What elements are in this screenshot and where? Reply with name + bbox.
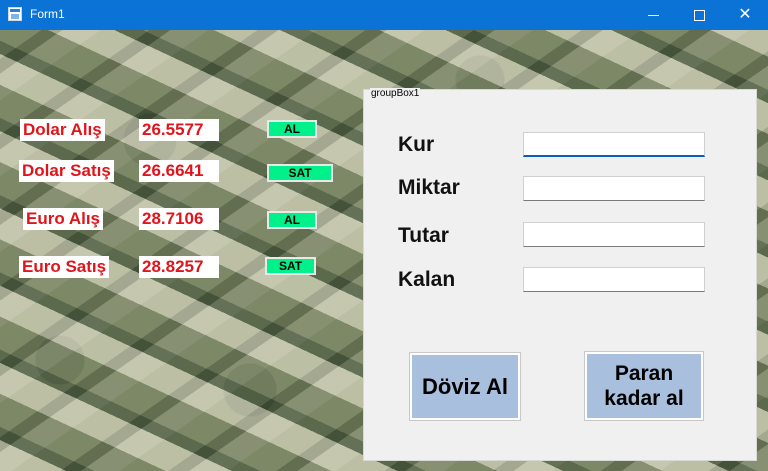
paran-kadar-al-button[interactable]: Paran kadar al — [584, 351, 704, 421]
euro-sat-button[interactable]: SAT — [265, 257, 316, 275]
dolar-alis-value: 26.5577 — [139, 119, 219, 141]
minimize-icon — [647, 14, 659, 16]
euro-al-button[interactable]: AL — [267, 211, 317, 229]
close-icon: ✕ — [738, 6, 752, 23]
groupbox-caption: groupBox1 — [370, 88, 421, 99]
maximize-button[interactable] — [676, 0, 722, 30]
miktar-input[interactable] — [523, 176, 705, 201]
euro-satis-value: 28.8257 — [139, 256, 219, 278]
kur-input[interactable] — [523, 132, 705, 157]
window-title: Form1 — [30, 7, 65, 21]
doviz-al-button[interactable]: Döviz Al — [409, 352, 521, 421]
euro-alis-value: 28.7106 — [139, 208, 219, 230]
maximize-icon — [693, 9, 705, 21]
dolar-sat-button[interactable]: SAT — [267, 164, 333, 182]
euro-satis-label: Euro Satış — [19, 256, 110, 278]
tutar-input[interactable] — [523, 222, 705, 247]
paran-label-line1: Paran — [614, 362, 674, 385]
tutar-label: Tutar — [398, 224, 449, 247]
close-button[interactable]: ✕ — [722, 0, 768, 30]
miktar-label: Miktar — [398, 176, 460, 199]
form-icon — [8, 7, 22, 21]
doviz-al-label: Döviz Al — [422, 373, 508, 399]
euro-alis-label: Euro Alış — [23, 208, 103, 230]
dolar-satis-label: Dolar Satış — [19, 160, 114, 182]
dolar-alis-label: Dolar Alış — [20, 119, 105, 141]
title-bar[interactable]: Form1 ✕ — [0, 0, 768, 30]
kalan-label: Kalan — [398, 268, 456, 291]
dolar-al-button[interactable]: AL — [267, 120, 317, 138]
kur-label: Kur — [398, 133, 435, 156]
minimize-button[interactable] — [630, 0, 676, 30]
kalan-input[interactable] — [523, 267, 705, 292]
paran-label-line2: kadar al — [604, 387, 684, 410]
dolar-satis-value: 26.6641 — [139, 160, 219, 182]
